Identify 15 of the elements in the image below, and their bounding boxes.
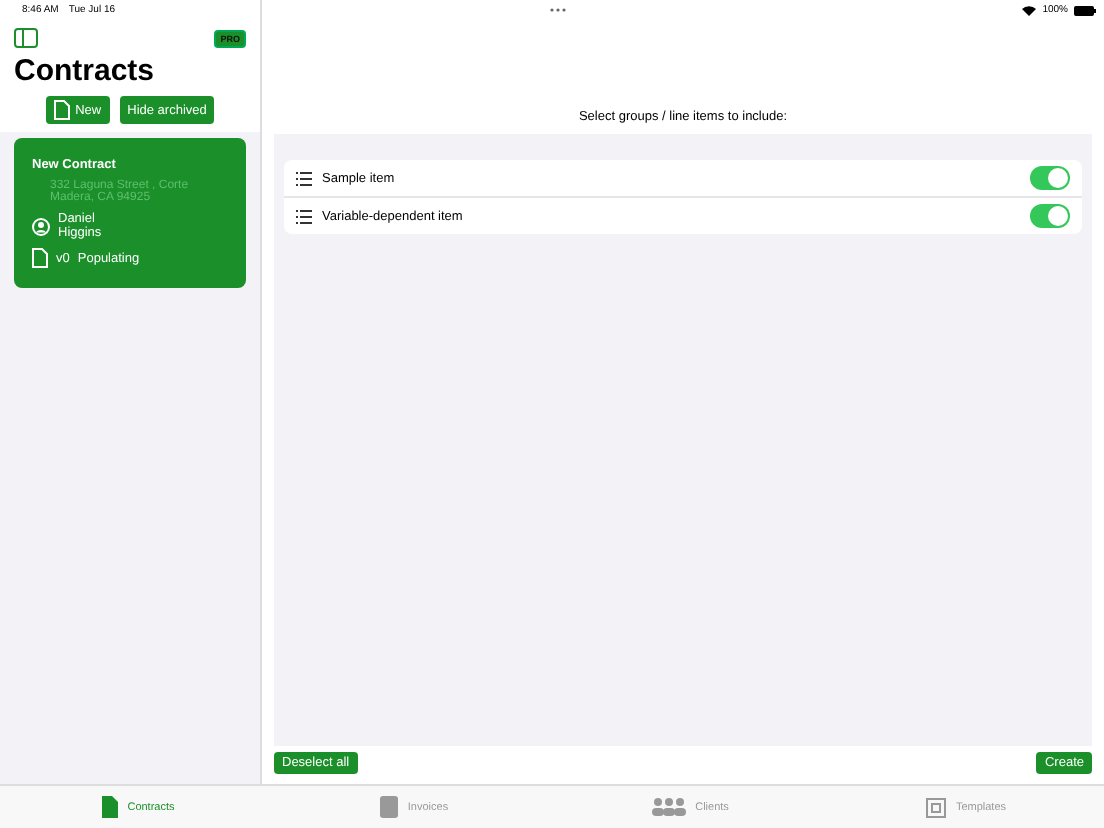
document-icon <box>53 100 70 120</box>
people-icon <box>651 798 686 816</box>
list-icon <box>296 209 312 223</box>
document-icon <box>101 796 118 818</box>
toggle-switch[interactable] <box>1030 166 1070 190</box>
receipt-icon <box>379 796 398 818</box>
document-icon <box>32 248 48 268</box>
sidebar-icon[interactable] <box>14 28 38 48</box>
person-icon <box>32 217 50 235</box>
page-title: Contracts <box>14 54 157 88</box>
wifi-icon <box>1022 5 1037 15</box>
list-icon <box>296 171 312 185</box>
toggle-switch[interactable] <box>1030 204 1070 228</box>
battery-icon <box>1074 5 1096 15</box>
template-icon <box>925 797 946 817</box>
